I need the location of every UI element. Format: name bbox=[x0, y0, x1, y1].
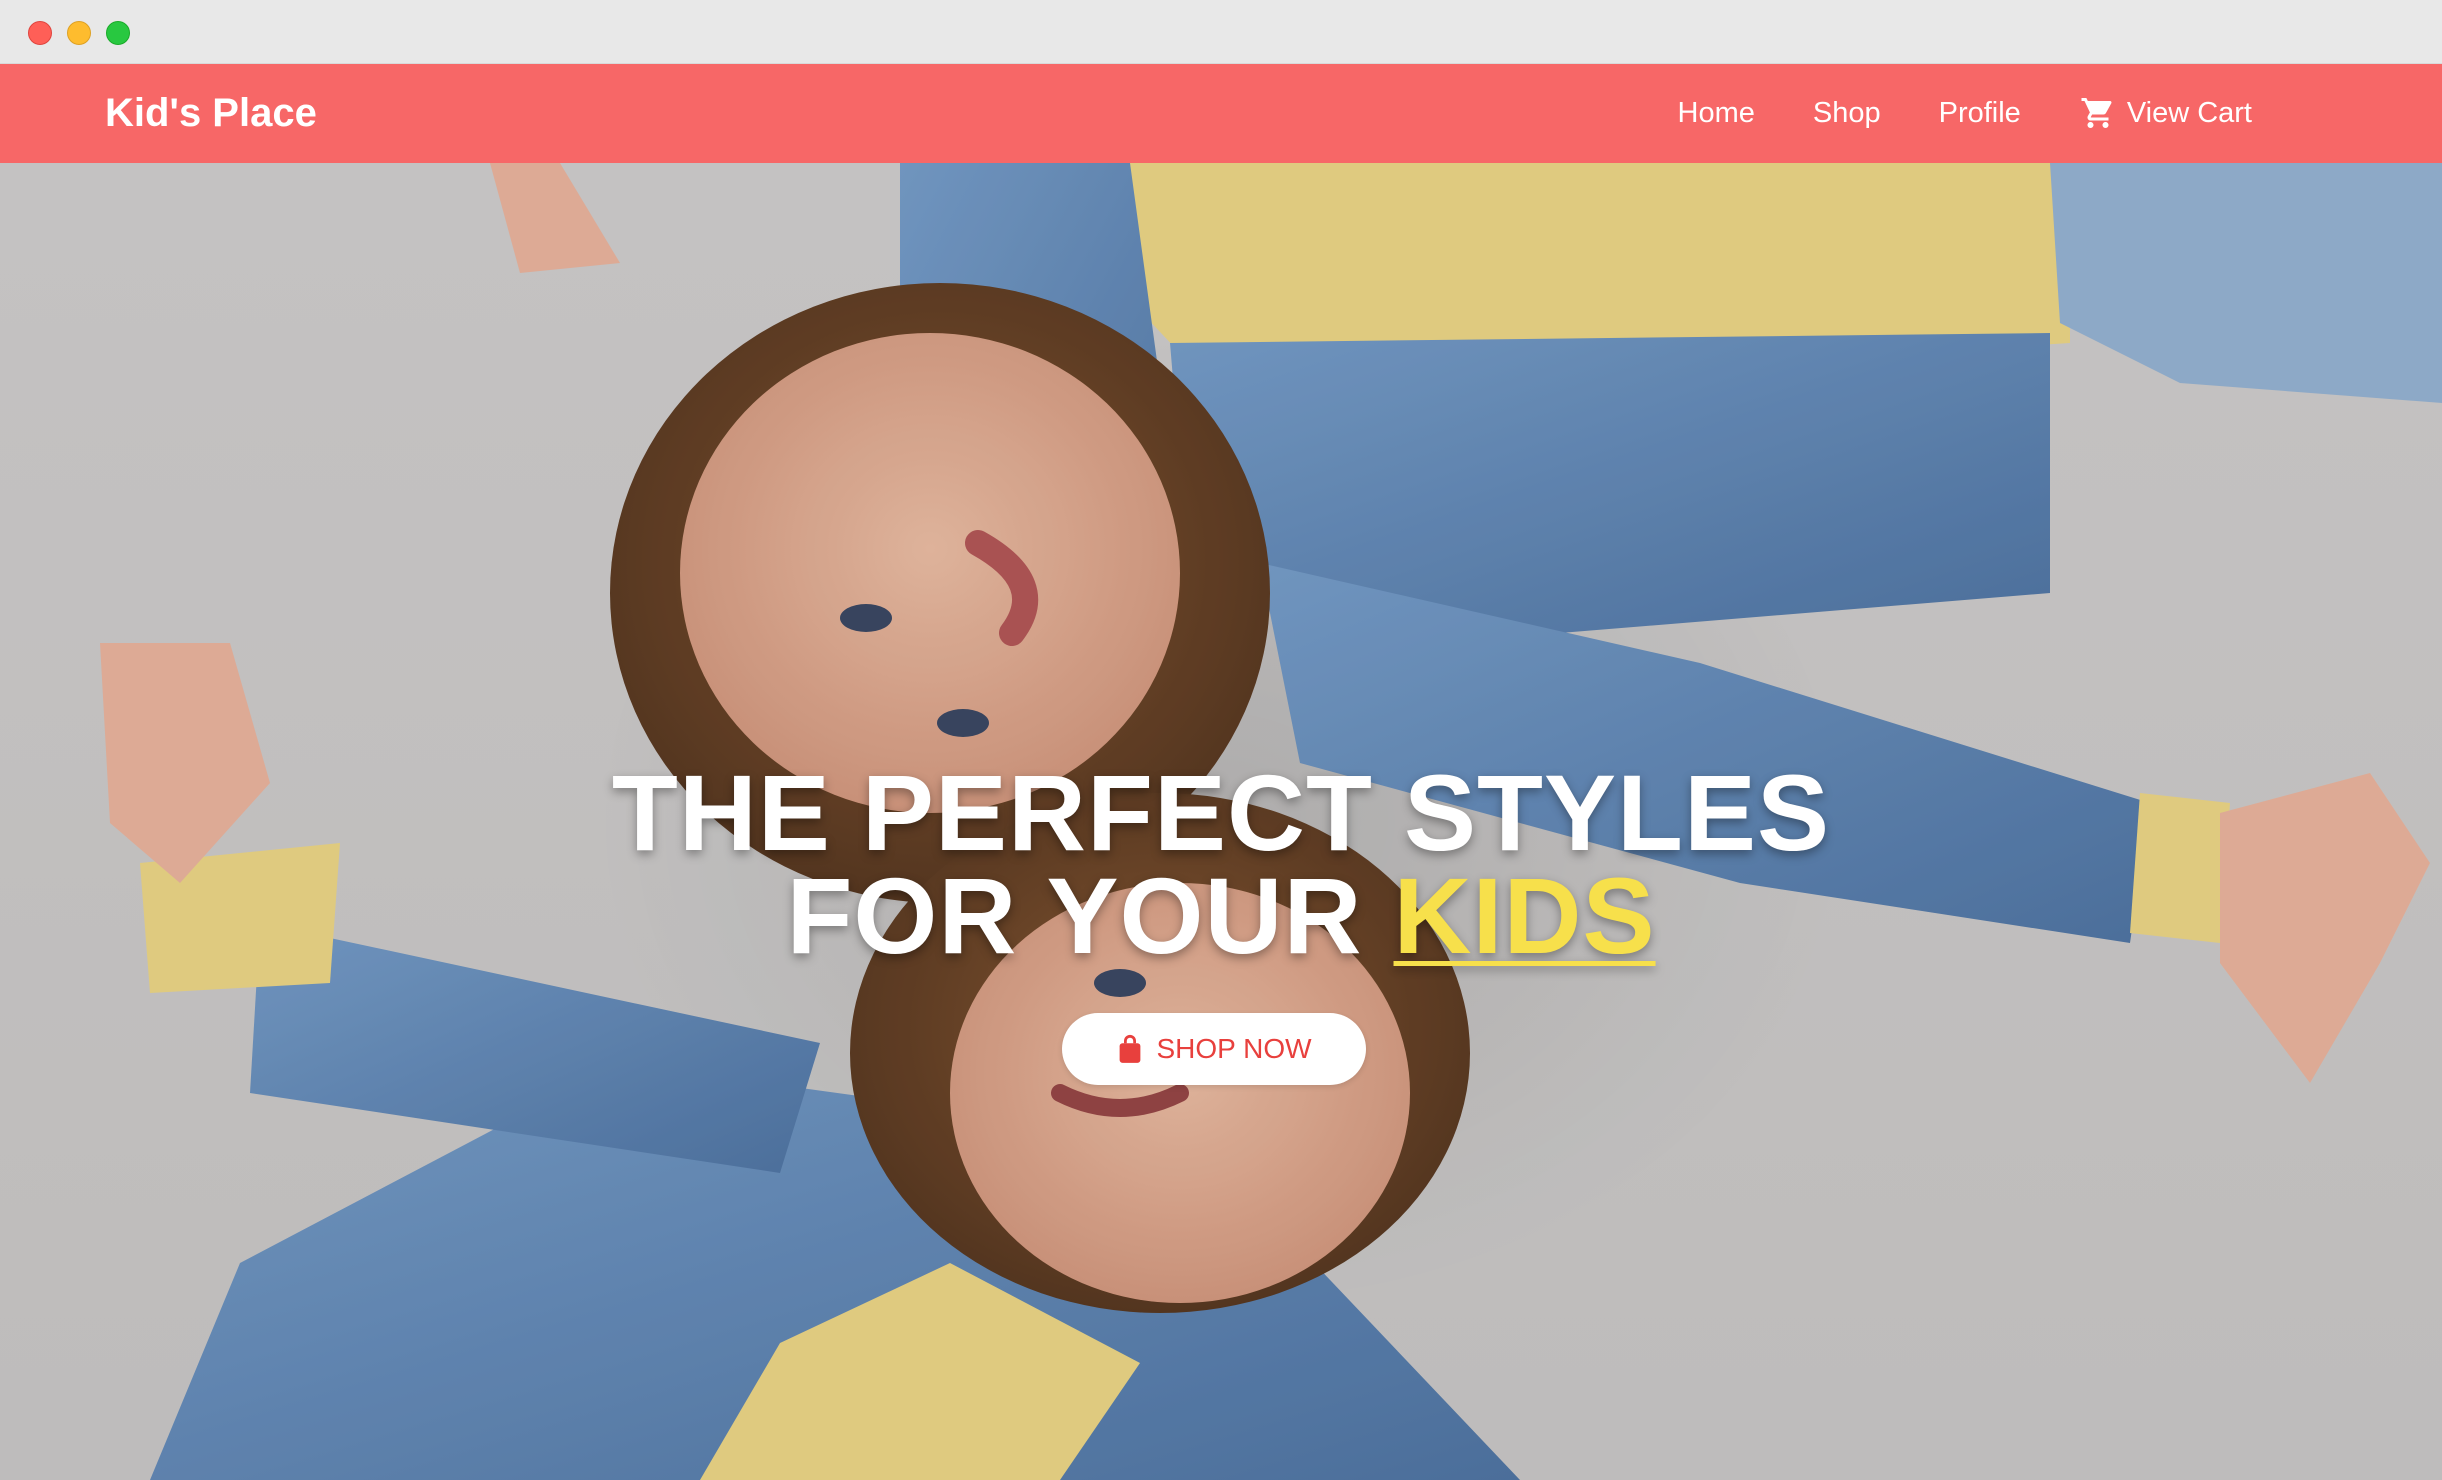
top-navbar: Kid's Place Home Shop Profile View Cart bbox=[0, 64, 2442, 163]
hero-headline-highlight: KIDS bbox=[1393, 855, 1656, 976]
shop-now-button[interactable]: SHOP NOW bbox=[1062, 1013, 1366, 1085]
nav-link-view-cart[interactable]: View Cart bbox=[2079, 95, 2252, 131]
hero-section: THE PERFECT STYLES FOR YOUR KIDS SHOP NO… bbox=[0, 163, 2442, 1480]
brand-logo-link[interactable]: Kid's Place bbox=[105, 86, 317, 140]
hero-headline-prefix: FOR YOUR bbox=[786, 855, 1394, 976]
nav-links: Home Shop Profile View Cart bbox=[1678, 86, 2252, 140]
window-titlebar bbox=[0, 0, 2442, 64]
shopping-bag-icon bbox=[1120, 1034, 1141, 1063]
shop-now-label: SHOP NOW bbox=[1156, 1033, 1312, 1064]
nav-link-shop[interactable]: Shop bbox=[1813, 97, 1881, 130]
window-minimize-button[interactable] bbox=[67, 21, 91, 45]
window-close-button[interactable] bbox=[28, 21, 52, 45]
nav-link-home[interactable]: Home bbox=[1678, 97, 1755, 130]
view-cart-label: View Cart bbox=[2126, 96, 2252, 129]
hero-content: THE PERFECT STYLES FOR YOUR KIDS SHOP NO… bbox=[0, 163, 2442, 1480]
window-maximize-button[interactable] bbox=[106, 21, 130, 45]
nav-link-profile[interactable]: Profile bbox=[1939, 97, 2021, 130]
hero-headline-line2: FOR YOUR KIDS bbox=[0, 853, 2442, 978]
cart-icon bbox=[2081, 98, 2112, 128]
